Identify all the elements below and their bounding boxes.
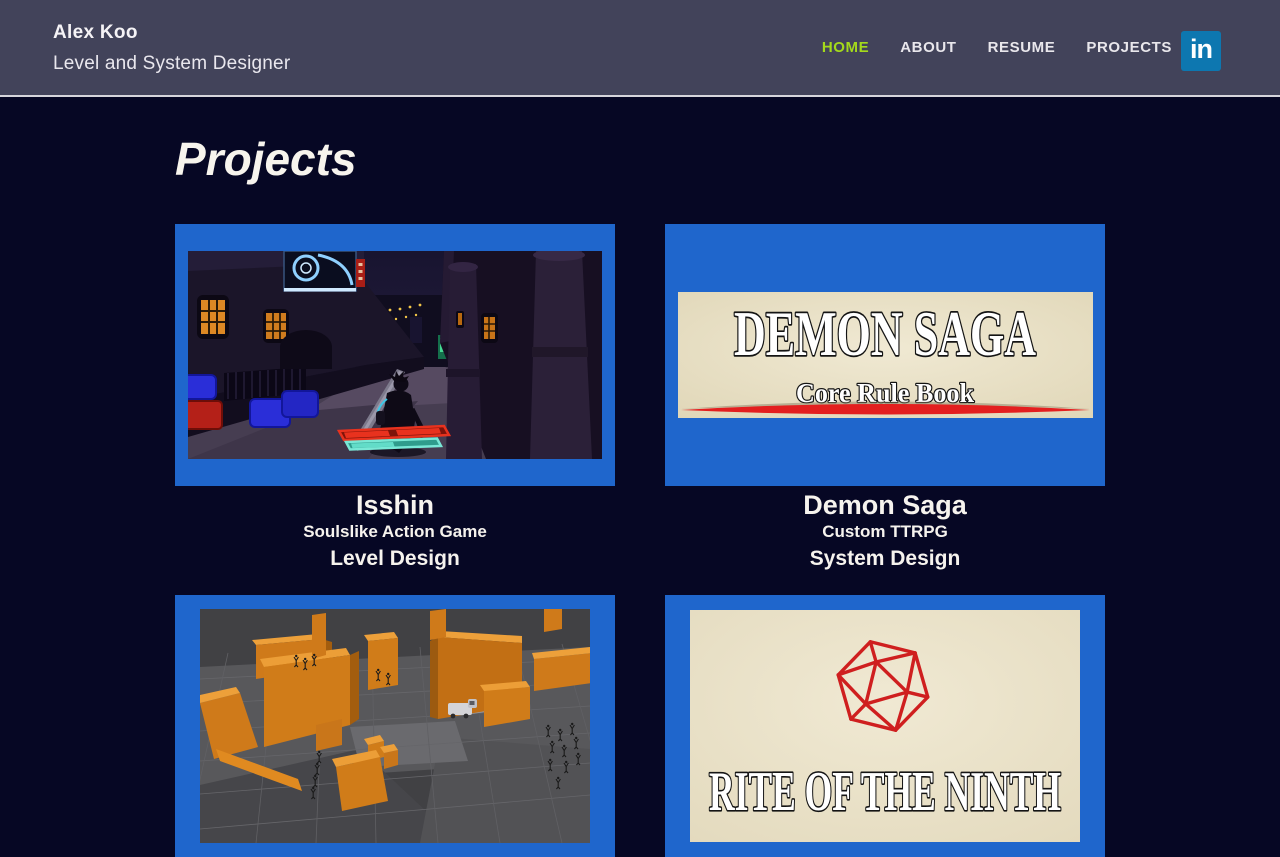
project-blockout-thumbnail[interactable] [175,594,615,857]
project-card-blockout [175,594,615,857]
cover-title-text: RITE OF THE NINTH [709,761,1061,823]
site-header: Alex Koo Level and System Designer HOME … [0,0,1280,97]
project-role: Level Design [330,546,460,570]
project-title: Isshin [355,489,435,520]
project-title: Demon Saga [803,489,967,520]
projects-grid: Isshin Soulslike Action Game Level Desig… [175,223,1105,857]
page-title: Projects [175,133,357,185]
blockout-level-image [200,608,590,843]
projects-page: Projects Isshin Soulslike Action Game Le… [175,133,1105,857]
nav-resume[interactable]: RESUME [988,39,1056,56]
project-card-rite-of-the-ninth: RITE OF THE NINTH [665,594,1105,857]
project-card-isshin: Isshin Soulslike Action Game Level Desig… [175,223,615,595]
project-isshin-caption: Isshin Soulslike Action Game Level Desig… [175,489,615,595]
isshin-gameplay-image [188,250,602,459]
site-owner-title: Level and System Designer [53,53,291,74]
banner-title-text: DEMON SAGA [734,298,1036,369]
project-subtitle: Custom TTRPG [822,521,948,541]
site-owner-name: Alex Koo [53,22,138,43]
site-identity: Alex Koo Level and System Designer [53,22,290,75]
nav-about[interactable]: ABOUT [900,39,956,56]
project-demon-saga-caption: Demon Saga Custom TTRPG System Design [665,489,1105,595]
nav-home[interactable]: HOME [822,39,869,56]
project-subtitle: Soulslike Action Game [303,521,487,541]
project-isshin-thumbnail[interactable] [175,223,615,486]
project-demon-saga-thumbnail[interactable]: DEMON SAGA Core Rule Book [665,223,1105,486]
rite-of-the-ninth-cover: RITE OF THE NINTH [690,609,1080,842]
linkedin-icon[interactable]: in [1181,31,1221,71]
nav-projects[interactable]: PROJECTS [1086,39,1172,56]
main-nav: HOME ABOUT RESUME PROJECTS [822,0,1172,95]
project-role: System Design [809,546,961,570]
project-card-demon-saga: DEMON SAGA Core Rule Book Demon Saga Cus… [665,223,1105,595]
demon-saga-banner: DEMON SAGA Core Rule Book [677,291,1093,418]
neon-sign [283,250,357,292]
red-sign [356,258,365,287]
project-rite-thumbnail[interactable]: RITE OF THE NINTH [665,594,1105,857]
linkedin-icon-glyph: in [1190,34,1213,64]
